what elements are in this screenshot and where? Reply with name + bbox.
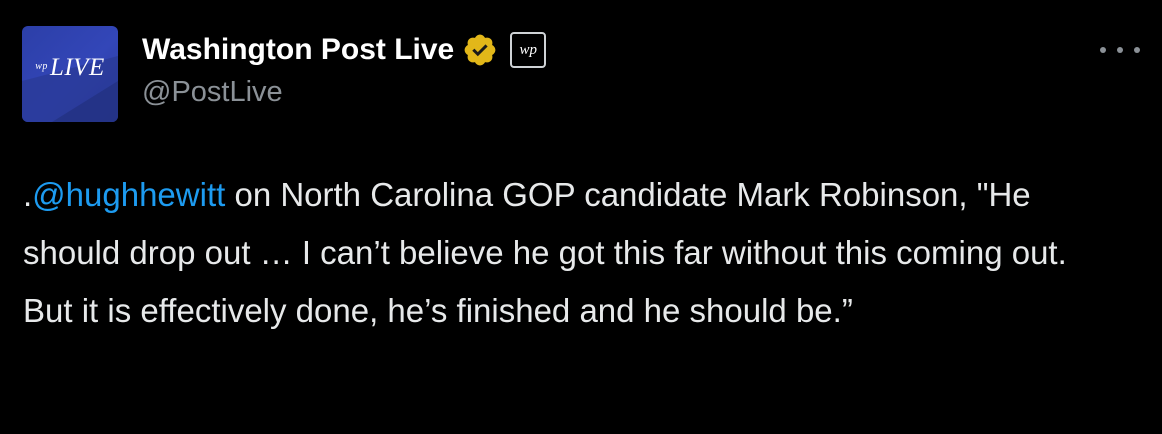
- name-row: Washington Post Live wp: [142, 30, 547, 70]
- affiliate-badge[interactable]: wp: [510, 32, 547, 68]
- more-dot: [1117, 47, 1123, 53]
- mention-link[interactable]: @hughhewitt: [32, 176, 225, 213]
- tweet-header: Washington Post Live wp @PostLive: [142, 30, 547, 109]
- more-dot: [1100, 47, 1106, 53]
- avatar-logo-prefix: wp: [35, 61, 48, 72]
- tweet-card: wpLIVE Washington Post Live wp @PostLive…: [0, 0, 1162, 434]
- handle[interactable]: @PostLive: [142, 76, 546, 109]
- avatar-logo: wpLIVE: [22, 54, 118, 82]
- avatar[interactable]: wpLIVE: [22, 26, 118, 122]
- verified-badge-icon[interactable]: [462, 32, 498, 68]
- display-name[interactable]: Washington Post Live: [142, 33, 454, 67]
- tweet-text: .@hughhewitt on North Carolina GOP candi…: [23, 166, 1123, 340]
- avatar-logo-text: LIVE: [49, 54, 105, 81]
- more-dot: [1134, 47, 1140, 53]
- tweet-prefix: .: [23, 176, 33, 213]
- more-options-icon[interactable]: [1100, 38, 1140, 62]
